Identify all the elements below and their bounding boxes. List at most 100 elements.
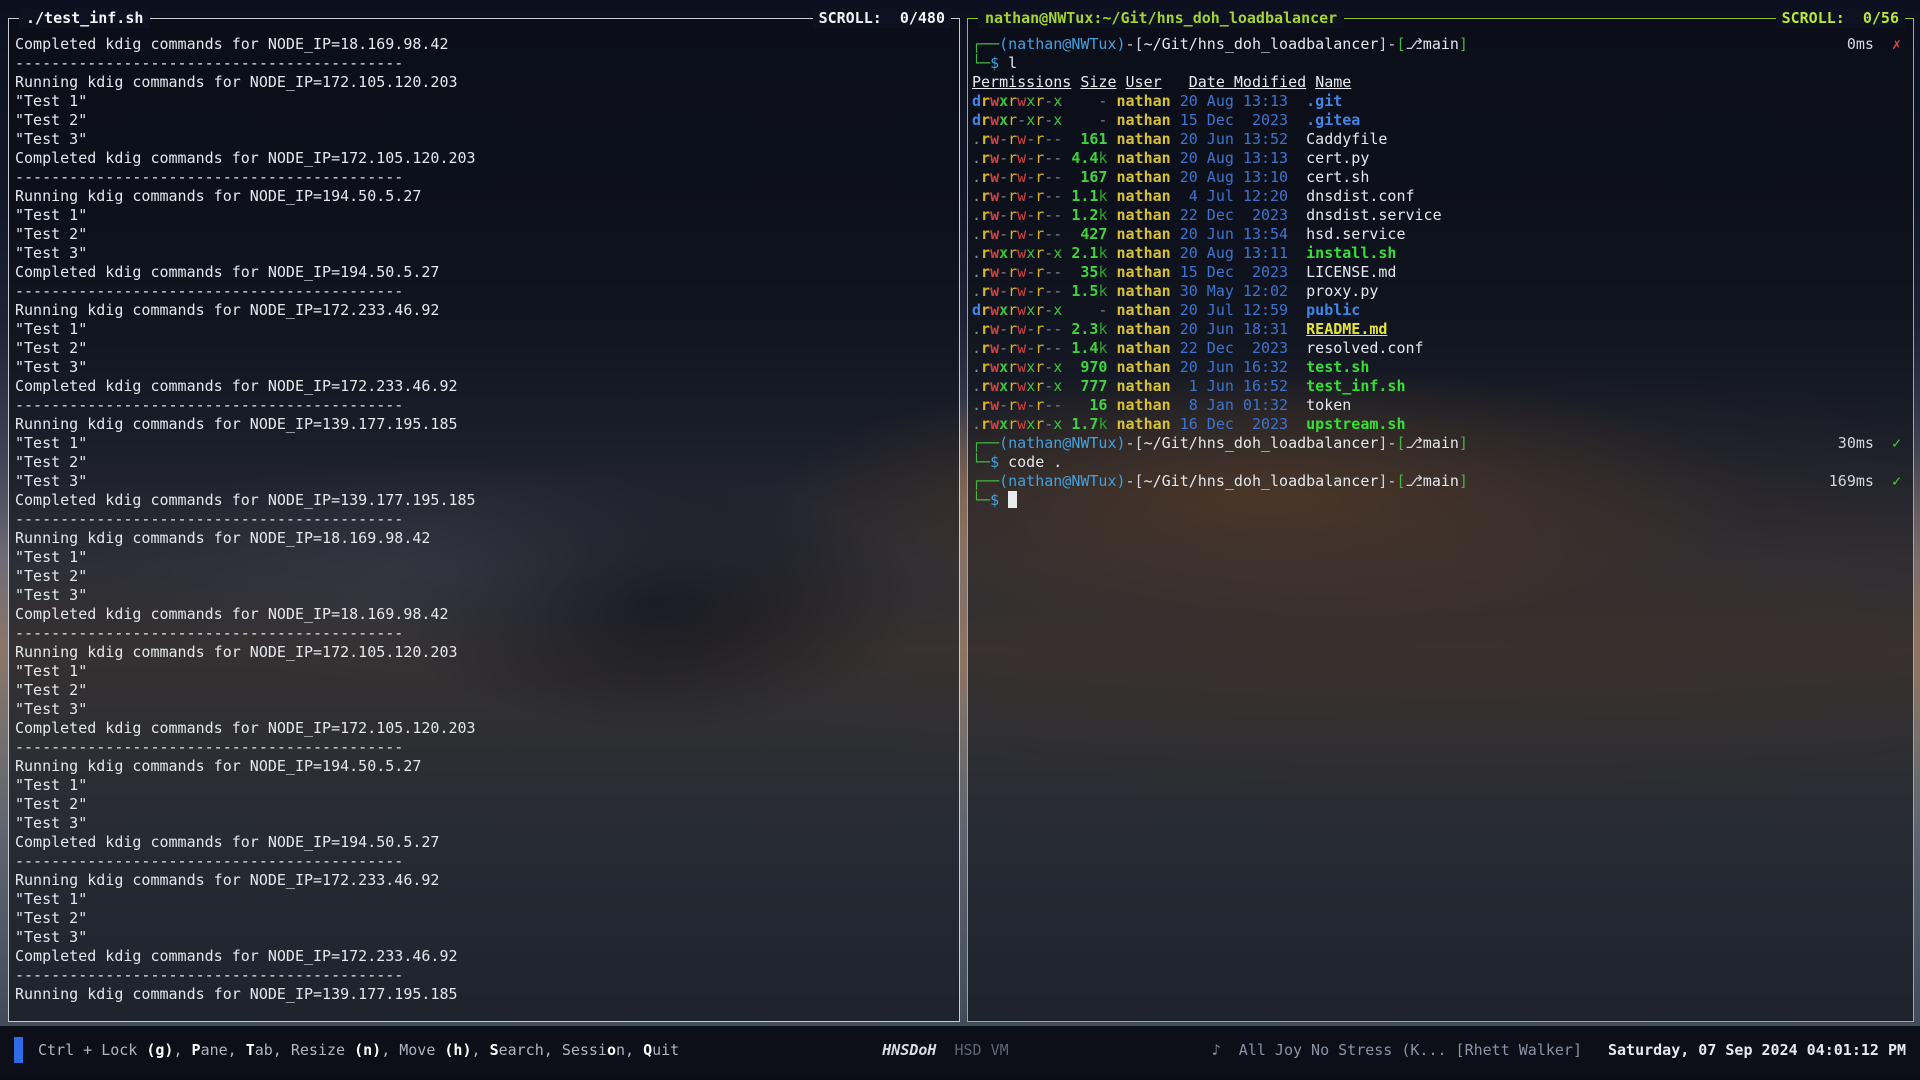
col-header: Size	[1080, 73, 1116, 91]
file-date: 8 Jan 01:32	[1180, 396, 1297, 414]
pad	[1171, 111, 1180, 129]
file-owner: nathan	[1117, 206, 1171, 224]
prompt-bracket: ]	[1459, 472, 1468, 491]
prompt-separator: -[	[1126, 472, 1144, 491]
perm-char: r	[1035, 130, 1044, 148]
terminal-cursor	[1008, 491, 1017, 508]
perm-char: -	[999, 149, 1008, 167]
hint-text: ,	[381, 1041, 399, 1059]
pad	[1171, 377, 1180, 395]
pad	[1171, 415, 1180, 433]
pad	[1297, 187, 1306, 205]
pad	[1306, 73, 1315, 91]
prompt-dollar: $	[990, 54, 999, 72]
file-size: 1.4	[1071, 339, 1098, 357]
file-date: 20 Aug 13:13	[1180, 92, 1297, 110]
perm-char: .	[972, 225, 981, 243]
perm-char: -	[1053, 282, 1062, 300]
pad	[1171, 149, 1180, 167]
pane-shell[interactable]: nathan@NWTux:~/Git/hns_doh_loadbalancer …	[967, 18, 1914, 1022]
pad	[1062, 339, 1071, 357]
perm-char: .	[972, 282, 981, 300]
file-name: token	[1306, 396, 1351, 414]
now-playing: ♪ All Joy No Stress (K... [Rhett Walker]	[1212, 1041, 1582, 1060]
terminal-line: ----------------------------------------…	[15, 282, 947, 301]
perm-char: r	[981, 415, 990, 433]
perm-char: -	[1044, 358, 1053, 376]
hint-key: Q	[643, 1041, 652, 1059]
file-owner: nathan	[1117, 187, 1171, 205]
terminal-line: ----------------------------------------…	[15, 624, 947, 643]
perm-char: r	[981, 282, 990, 300]
perm-char: w	[1017, 282, 1026, 300]
perm-char: w	[990, 111, 999, 129]
perm-char: r	[1035, 282, 1044, 300]
file-name: test_inf.sh	[1306, 377, 1405, 395]
terminal-line: Completed kdig commands for NODE_IP=194.…	[15, 833, 947, 852]
file-name: dnsdist.conf	[1306, 187, 1414, 205]
terminal-line: "Test 2"	[15, 453, 947, 472]
perm-char: r	[1008, 339, 1017, 357]
hint-key: T	[246, 1041, 255, 1059]
perm-char: r	[1035, 377, 1044, 395]
terminal-line: "Test 2"	[15, 795, 947, 814]
perm-char: -	[1044, 320, 1053, 338]
perm-char: x	[999, 244, 1008, 262]
perm-char: r	[1008, 415, 1017, 433]
pad	[1107, 149, 1116, 167]
perm-char: x	[999, 92, 1008, 110]
file-size: 1.5	[1071, 282, 1098, 300]
terminal-line: ----------------------------------------…	[15, 852, 947, 871]
perm-char: r	[981, 244, 990, 262]
prompt-user-host: (nathan@NWTux)	[999, 434, 1125, 453]
perm-char: r	[1008, 225, 1017, 243]
pad	[1107, 225, 1116, 243]
col-header: Permissions	[972, 73, 1071, 91]
perm-char: -	[1044, 206, 1053, 224]
perm-char: -	[1053, 187, 1062, 205]
pad	[1171, 282, 1180, 300]
terminal-line: Running kdig commands for NODE_IP=194.50…	[15, 187, 947, 206]
pad	[1107, 187, 1116, 205]
pane-test-script[interactable]: ./test_inf.sh SCROLL: 0/480 Completed kd…	[8, 18, 960, 1022]
pad	[1062, 168, 1071, 186]
perm-char: .	[972, 396, 981, 414]
file-row: .rwxrwxr-x 777 nathan 1 Jun 16:52 test_i…	[972, 377, 1901, 396]
perm-char: .	[972, 377, 981, 395]
file-row: .rw-rw-r-- 35k nathan 15 Dec 2023 LICENS…	[972, 263, 1901, 282]
perm-char: -	[999, 282, 1008, 300]
perm-char: r	[1008, 320, 1017, 338]
file-owner: nathan	[1117, 339, 1171, 357]
perm-char: -	[999, 168, 1008, 186]
file-size: 1.7	[1071, 415, 1098, 433]
file-name: install.sh	[1306, 244, 1396, 262]
pad	[1297, 396, 1306, 414]
file-name: .gitea	[1306, 111, 1360, 129]
prompt-user-host: (nathan@NWTux)	[999, 35, 1125, 54]
perm-char: -	[1026, 168, 1035, 186]
perm-char: -	[1053, 339, 1062, 357]
perm-char: -	[1044, 149, 1053, 167]
perm-char: x	[999, 301, 1008, 319]
command-timing: 169ms	[1829, 472, 1874, 491]
perm-char: r	[981, 187, 990, 205]
perm-char: r	[981, 92, 990, 110]
prompt-frame: ┌──	[972, 434, 999, 453]
pad	[1062, 149, 1071, 167]
pad	[1297, 92, 1306, 110]
pad	[1297, 301, 1306, 319]
prompt-separator: -[	[1126, 434, 1144, 453]
perm-char: r	[1008, 358, 1017, 376]
file-row: .rw-rw-r-- 1.4k nathan 22 Dec 2023 resol…	[972, 339, 1901, 358]
terminal-line: Completed kdig commands for NODE_IP=194.…	[15, 263, 947, 282]
terminal-line: ----------------------------------------…	[15, 396, 947, 415]
pad	[1297, 339, 1306, 357]
perm-char: x	[1053, 244, 1062, 262]
terminal-line: Running kdig commands for NODE_IP=172.10…	[15, 643, 947, 662]
perm-char: -	[1026, 149, 1035, 167]
prompt-bracket: [	[1396, 472, 1405, 491]
perm-char: .	[972, 206, 981, 224]
perm-char: r	[1008, 92, 1017, 110]
hint-text: n,	[616, 1041, 643, 1059]
file-row: .rwxrwxr-x 2.1k nathan 20 Aug 13:11 inst…	[972, 244, 1901, 263]
